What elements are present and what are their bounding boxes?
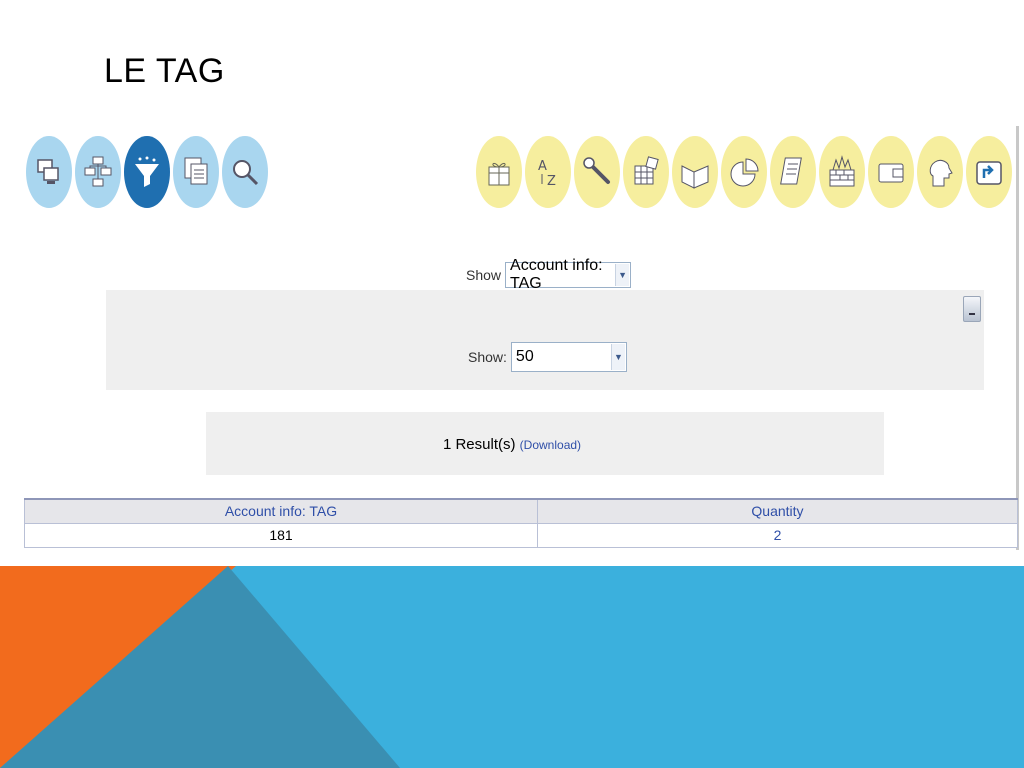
chevron-down-icon[interactable]: ▼ xyxy=(615,264,630,286)
filter-panel xyxy=(106,290,984,390)
download-link[interactable]: (Download) xyxy=(520,438,581,452)
view-selector-label: Show xyxy=(466,267,502,283)
book-icon[interactable] xyxy=(672,136,718,208)
view-selector-value: Account info: TAG xyxy=(510,257,603,292)
a-to-z-sort-icon[interactable]: AZ xyxy=(525,136,571,208)
column-header-quantity[interactable]: Quantity xyxy=(537,498,1018,524)
wallet-icon[interactable] xyxy=(868,136,914,208)
scroll-icon[interactable] xyxy=(770,136,816,208)
cell-quantity-link[interactable]: 2 xyxy=(537,522,1018,548)
window-edge xyxy=(1016,126,1019,550)
cell-tag: 181 xyxy=(24,522,538,548)
svg-text:Z: Z xyxy=(547,174,556,189)
wrench-icon[interactable] xyxy=(574,136,620,208)
minimize-icon xyxy=(969,313,975,315)
results-summary: 1 Result(s) (Download) xyxy=(0,436,1024,453)
grid-cube-icon[interactable] xyxy=(623,136,669,208)
svg-text:A: A xyxy=(538,159,547,174)
table-row: 181 2 xyxy=(24,522,1018,548)
documents-icon[interactable] xyxy=(173,136,219,208)
profile-head-icon[interactable] xyxy=(917,136,963,208)
page-size-row: Show: 50 ▼ xyxy=(468,342,627,372)
column-header-tag[interactable]: Account info: TAG xyxy=(24,498,538,524)
view-selector-dropdown[interactable]: Account info: TAG ▼ xyxy=(505,257,632,292)
view-selector-row: Show Account info: TAG ▼ xyxy=(466,257,632,292)
page-size-dropdown[interactable]: 50 ▼ xyxy=(510,342,627,372)
page-size-value: 50 xyxy=(515,348,534,365)
results-table: Account info: TAG Quantity 181 2 xyxy=(24,498,1018,548)
toolbar-left xyxy=(26,135,271,209)
toolbar-right: AZ xyxy=(476,135,1015,209)
computers-icon[interactable] xyxy=(26,136,72,208)
pie-chart-icon[interactable] xyxy=(721,136,767,208)
filter-funnel-icon[interactable] xyxy=(124,136,170,208)
page-size-label: Show: xyxy=(468,349,507,365)
slide-decoration xyxy=(0,566,1024,768)
collapse-panel-button[interactable] xyxy=(963,296,981,322)
firewall-icon[interactable] xyxy=(819,136,865,208)
gift-icon[interactable] xyxy=(476,136,522,208)
results-count: 1 Result(s) xyxy=(442,436,516,453)
return-icon[interactable] xyxy=(966,136,1012,208)
slide-title: LE TAG xyxy=(104,52,225,90)
table-header-row: Account info: TAG Quantity xyxy=(24,498,1018,524)
magnifier-icon[interactable] xyxy=(222,136,268,208)
hierarchy-icon[interactable] xyxy=(75,136,121,208)
chevron-down-icon[interactable]: ▼ xyxy=(610,344,625,370)
